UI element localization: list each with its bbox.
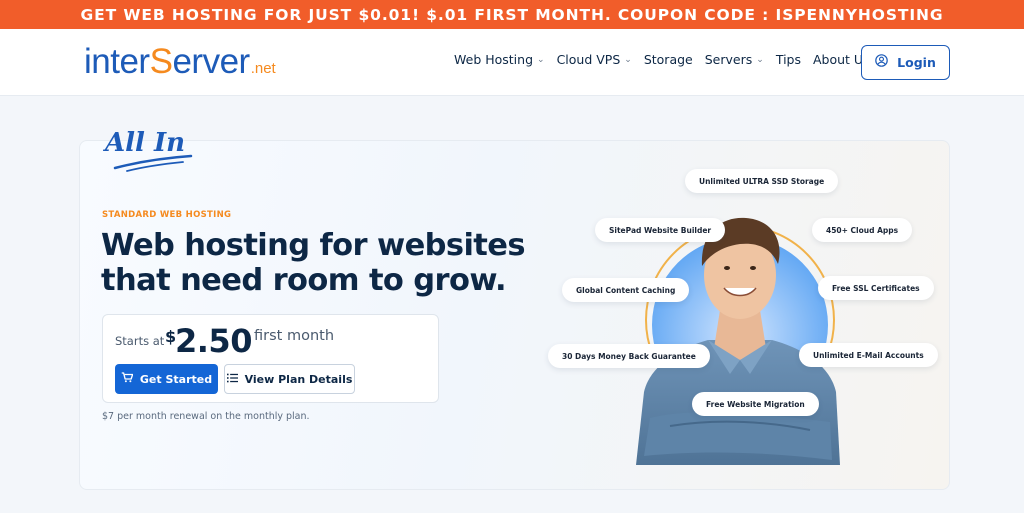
- nav-label: Storage: [643, 52, 693, 67]
- feature-pill: Global Content Caching: [562, 278, 690, 302]
- get-started-button[interactable]: Get Started: [115, 364, 218, 394]
- price-card: Starts at $ 2.50 first month Get Started…: [102, 314, 439, 403]
- feature-pill: 30 Days Money Back Guarantee: [548, 344, 710, 368]
- promo-banner[interactable]: GET WEB HOSTING FOR JUST $0.01! $.01 FIR…: [0, 0, 1024, 29]
- nav-item-storage[interactable]: Storage: [644, 52, 693, 67]
- starts-at-label: Starts at: [115, 334, 165, 348]
- view-plan-label: View Plan Details: [244, 372, 353, 386]
- hero-person-image: [636, 217, 840, 465]
- main-nav: Web Hosting ⌄ Cloud VPS ⌄ Storage Server…: [454, 52, 881, 67]
- logo-text-net: .net: [250, 60, 276, 77]
- nav-item-cloud-vps[interactable]: Cloud VPS ⌄: [557, 52, 632, 67]
- list-icon: [226, 370, 238, 388]
- feature-pill: 450+ Cloud Apps: [812, 218, 913, 242]
- feature-pill: SitePad Website Builder: [595, 218, 726, 242]
- promo-text: GET WEB HOSTING FOR JUST $0.01! $.01 FIR…: [80, 5, 944, 24]
- feature-pill: Unlimited ULTRA SSD Storage: [685, 169, 839, 193]
- cart-icon: [121, 370, 134, 388]
- nav-label: Web Hosting: [454, 52, 534, 67]
- logo-text-inter: inter: [84, 42, 150, 81]
- hero-headline: Web hosting for websites that need room …: [101, 228, 526, 298]
- renewal-note: $7 per month renewal on the monthly plan…: [102, 411, 310, 422]
- nav-item-web-hosting[interactable]: Web Hosting ⌄: [454, 52, 545, 67]
- user-circle-icon: [875, 53, 888, 72]
- feature-pill: Unlimited E-Mail Accounts: [799, 343, 938, 367]
- login-label: Login: [897, 55, 936, 70]
- nav-item-servers[interactable]: Servers ⌄: [705, 52, 764, 67]
- feature-pill: Free Website Migration: [692, 392, 819, 416]
- nav-label: Tips: [775, 52, 801, 67]
- price-period: first month: [254, 328, 335, 344]
- headline-line-1: Web hosting for websites: [101, 228, 526, 263]
- nav-label: Cloud VPS: [556, 52, 621, 67]
- login-button[interactable]: Login: [861, 45, 950, 80]
- get-started-label: Get Started: [139, 372, 213, 386]
- chevron-down-icon: ⌄: [756, 54, 764, 65]
- hero-eyebrow: STANDARD WEB HOSTING: [102, 210, 232, 220]
- interserver-logo[interactable]: inter Server .net: [84, 42, 276, 82]
- headline-line-2: that need room to grow.: [101, 263, 507, 298]
- price-amount: 2.50: [175, 322, 252, 360]
- hero-illustration: Unlimited ULTRA SSD Storage SitePad Webs…: [540, 160, 940, 470]
- view-plan-details-button[interactable]: View Plan Details: [224, 364, 355, 394]
- chevron-down-icon: ⌄: [624, 54, 632, 65]
- logo-text-erver: erver: [172, 42, 250, 81]
- feature-pill: Free SSL Certificates: [818, 276, 934, 300]
- all-in-badge: All In: [105, 128, 193, 172]
- chevron-down-icon: ⌄: [537, 54, 545, 65]
- logo-text-s: S: [149, 42, 173, 81]
- swoosh-icon: [113, 154, 193, 172]
- nav-label: Servers: [704, 52, 753, 67]
- nav-item-tips[interactable]: Tips: [776, 52, 801, 67]
